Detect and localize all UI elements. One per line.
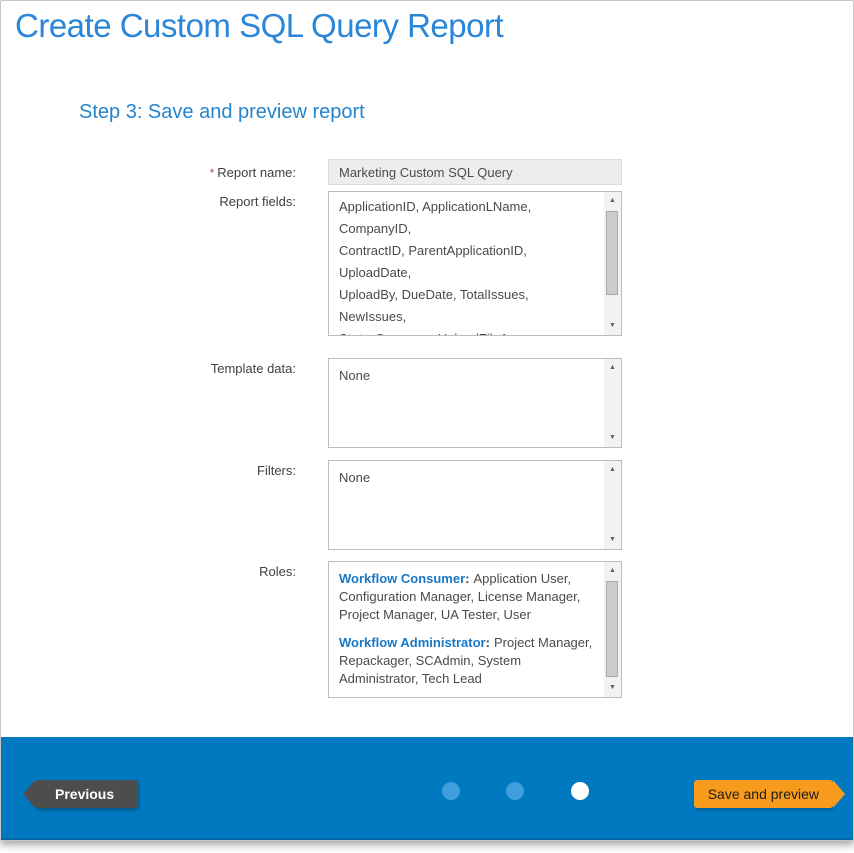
- template-data-label: Template data:: [1, 358, 296, 376]
- filters-scrollbar[interactable]: ▲ ▼: [604, 461, 621, 549]
- report-name-label: *Report name:: [1, 159, 296, 180]
- roles-label: Roles:: [1, 561, 296, 579]
- filters-label: Filters:: [1, 460, 296, 478]
- page-title: Create Custom SQL Query Report: [15, 7, 503, 45]
- template-data-value: None: [329, 359, 621, 390]
- template-data-scrollbar[interactable]: ▲ ▼: [604, 359, 621, 447]
- role-group: Workflow Administrator:Project Manager, …: [339, 634, 593, 688]
- report-name-input[interactable]: [328, 159, 622, 185]
- progress-dot-2: [506, 782, 524, 800]
- report-fields-label: Report fields:: [1, 191, 296, 209]
- required-asterisk: *: [210, 166, 215, 180]
- report-name-row: *Report name:: [1, 159, 853, 185]
- wizard-page: Create Custom SQL Query Report Step 3: S…: [0, 0, 854, 841]
- progress-dot-1: [442, 782, 460, 800]
- template-data-row: Template data: None ▲ ▼: [1, 358, 853, 448]
- filters-row: Filters: None ▲ ▼: [1, 460, 853, 550]
- scroll-down-icon[interactable]: ▼: [604, 318, 621, 334]
- scroll-up-icon[interactable]: ▲: [604, 193, 621, 209]
- report-form: *Report name: Report fields: Application…: [1, 159, 853, 698]
- roles-scrollbar[interactable]: ▲ ▼: [604, 562, 621, 697]
- scrollbar-thumb[interactable]: [606, 581, 618, 677]
- scroll-down-icon[interactable]: ▼: [604, 532, 621, 548]
- role-group-name: Workflow Consumer: [339, 571, 465, 586]
- scroll-down-icon[interactable]: ▼: [604, 430, 621, 446]
- previous-button[interactable]: Previous: [35, 780, 138, 808]
- roles-value: Workflow Consumer:Application User, Conf…: [329, 562, 621, 698]
- step-heading: Step 3: Save and preview report: [79, 101, 365, 124]
- report-fields-scrollbar[interactable]: ▲ ▼: [604, 192, 621, 335]
- roles-box[interactable]: Workflow Consumer:Application User, Conf…: [328, 561, 622, 698]
- report-name-label-text: Report name:: [217, 165, 296, 180]
- role-group-name: Workflow Administrator: [339, 635, 486, 650]
- filters-value: None: [329, 461, 621, 492]
- role-group-separator: :: [465, 571, 469, 586]
- roles-row: Roles: Workflow Consumer:Application Use…: [1, 561, 853, 698]
- role-group: Workflow Consumer:Application User, Conf…: [339, 570, 593, 624]
- progress-dot-3: [571, 782, 589, 800]
- scroll-down-icon[interactable]: ▼: [604, 680, 621, 696]
- scroll-up-icon[interactable]: ▲: [604, 462, 621, 478]
- wizard-footer: Previous Save and preview: [1, 737, 853, 840]
- report-fields-row: Report fields: ApplicationID, Applicatio…: [1, 191, 853, 336]
- filters-box[interactable]: None ▲ ▼: [328, 460, 622, 550]
- template-data-box[interactable]: None ▲ ▼: [328, 358, 622, 448]
- report-fields-value: ApplicationID, ApplicationLName, Company…: [329, 192, 621, 336]
- scroll-up-icon[interactable]: ▲: [604, 563, 621, 579]
- report-fields-box[interactable]: ApplicationID, ApplicationLName, Company…: [328, 191, 622, 336]
- scrollbar-thumb[interactable]: [606, 211, 618, 295]
- save-and-preview-button[interactable]: Save and preview: [694, 780, 833, 808]
- progress-dots: [442, 782, 631, 800]
- scroll-up-icon[interactable]: ▲: [604, 360, 621, 376]
- role-group-separator: :: [486, 635, 490, 650]
